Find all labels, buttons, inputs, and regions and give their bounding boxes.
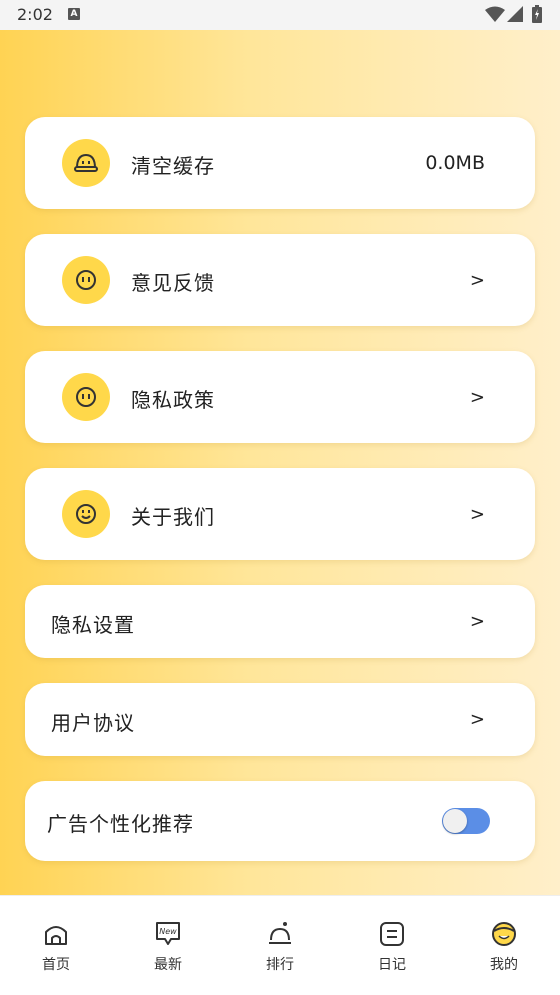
nav-profile-label: 我的 [490, 957, 518, 973]
nav-ranking-label: 排行 [266, 957, 294, 973]
feedback-row[interactable]: 意见反馈 > [25, 234, 535, 326]
personalized-ads-toggle[interactable] [442, 808, 490, 834]
privacy-policy-row[interactable]: 隐私政策 > [25, 351, 535, 443]
home-icon [45, 926, 67, 945]
nav-home[interactable]: 首页 [0, 896, 112, 995]
chevron-right-icon: > [469, 611, 485, 632]
privacy-policy-label: 隐私政策 [131, 388, 215, 412]
privacy-icon [62, 373, 110, 421]
chevron-right-icon: > [469, 504, 485, 525]
nav-diary[interactable]: 日记 [336, 896, 448, 995]
status-time: 2:02 [17, 5, 53, 24]
battery-icon [532, 5, 542, 23]
chevron-right-icon: > [469, 270, 485, 291]
settings-panel: 清空缓存 0.0MB 意见反馈 > 隐私政策 > 关于我们 > 隐私设置 > 用… [0, 30, 560, 895]
about-us-label: 关于我们 [131, 505, 215, 529]
nav-ranking[interactable]: 排行 [224, 896, 336, 995]
svg-text:New: New [159, 927, 177, 936]
profile-icon [492, 922, 516, 946]
feedback-icon [62, 256, 110, 304]
cache-size-value: 0.0MB [425, 152, 485, 174]
signal-icon [507, 6, 523, 22]
toggle-knob [443, 809, 467, 833]
nav-new[interactable]: New 最新 [112, 896, 224, 995]
notification-icon: A [68, 8, 80, 20]
personalized-ads-label: 广告个性化推荐 [47, 812, 194, 836]
user-agreement-label: 用户协议 [51, 711, 135, 735]
bottom-nav: 首页 New 最新 排行 日记 我的 [0, 895, 560, 995]
cache-icon [62, 139, 110, 187]
privacy-settings-row[interactable]: 隐私设置 > [25, 585, 535, 658]
new-icon: New [156, 922, 180, 945]
clear-cache-row[interactable]: 清空缓存 0.0MB [25, 117, 535, 209]
personalized-ads-row: 广告个性化推荐 [25, 781, 535, 861]
about-us-row[interactable]: 关于我们 > [25, 468, 535, 560]
nav-new-label: 最新 [154, 957, 182, 973]
chevron-right-icon: > [469, 387, 485, 408]
nav-home-label: 首页 [42, 957, 70, 973]
nav-diary-label: 日记 [378, 957, 406, 973]
feedback-label: 意见反馈 [131, 271, 215, 295]
user-agreement-row[interactable]: 用户协议 > [25, 683, 535, 756]
chevron-right-icon: > [469, 709, 485, 730]
clear-cache-label: 清空缓存 [131, 154, 215, 178]
ranking-icon [269, 922, 291, 944]
privacy-settings-label: 隐私设置 [51, 613, 135, 637]
nav-profile[interactable]: 我的 [448, 896, 560, 995]
status-bar: 2:02 A [0, 0, 560, 30]
wifi-icon [485, 6, 505, 22]
smile-icon [62, 490, 110, 538]
diary-icon [380, 922, 404, 946]
